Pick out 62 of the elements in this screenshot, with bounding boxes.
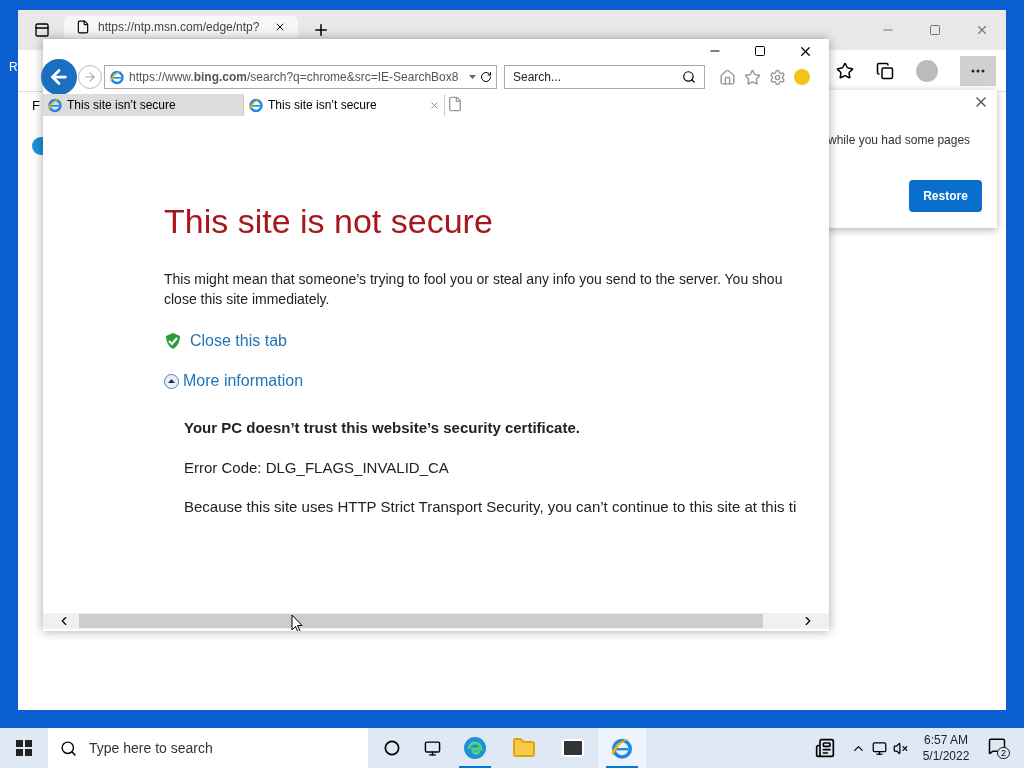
- clock[interactable]: 6:57 AM 5/1/2022: [914, 732, 978, 764]
- desktop-icon-label: R: [9, 59, 18, 76]
- ie-logo-icon: [47, 97, 63, 113]
- more-information-link[interactable]: More information: [183, 369, 304, 393]
- search-icon[interactable]: [682, 70, 696, 84]
- refresh-icon[interactable]: [480, 71, 492, 83]
- home-icon[interactable]: [719, 68, 736, 86]
- page-icon: [76, 20, 90, 34]
- clock-time: 6:57 AM: [924, 732, 968, 748]
- tab-actions-icon[interactable]: [34, 22, 50, 38]
- address-bar[interactable]: https://www.bing.com/search?q=chrome&src=IE-SearchBox8: [104, 65, 497, 89]
- dropdown-caret-icon[interactable]: [469, 75, 476, 79]
- search-input[interactable]: Search...: [513, 68, 663, 86]
- popup-message: while you had some pages: [828, 132, 971, 149]
- notification-icon: [988, 737, 1006, 755]
- notifications-button[interactable]: 2: [988, 737, 1010, 759]
- detail-text: Your PC doesn’t trust this website’s security certificate.: [184, 418, 581, 438]
- warning-text: close this site immediately.: [164, 290, 331, 309]
- scrollbar-thumb[interactable]: [79, 614, 763, 628]
- star-icon[interactable]: [744, 68, 761, 86]
- ie-logo-icon: [610, 736, 634, 760]
- search-placeholder: Type here to search: [89, 738, 213, 758]
- browser-tab[interactable]: https://ntp.msn.com/edge/ntp?: [64, 16, 298, 38]
- search-field[interactable]: Search...: [504, 65, 705, 89]
- ie-logo-icon: [248, 97, 264, 113]
- warning-text: This might mean that someone’s trying to fool you or steal any info you send to the server. You shou: [164, 270, 784, 289]
- ie-tab[interactable]: This site isn’t secure: [43, 94, 244, 116]
- tab-title: https://ntp.msn.com/edge/ntp?: [98, 19, 260, 36]
- clock-date: 5/1/2022: [922, 748, 970, 764]
- taskbar-search-field[interactable]: Type here to search: [48, 728, 368, 768]
- shield-check-icon: [164, 332, 182, 350]
- horizontal-scrollbar[interactable]: [43, 613, 829, 629]
- detail-text: Because this site uses HTTP Strict Transport Security, you can’t continue to this site at this ti: [184, 497, 797, 517]
- detail-text: Error Code: DLG_FLAGS_INVALID_CA: [184, 457, 450, 478]
- ie-logo-icon: [109, 69, 125, 85]
- news-icon[interactable]: [815, 738, 835, 758]
- new-tab-icon[interactable]: [312, 21, 330, 39]
- forward-arrow-icon: [83, 70, 97, 84]
- favorites-bar-text: F: [32, 97, 40, 115]
- edge-logo-icon: [463, 736, 487, 760]
- tab-title: This site isn’t secure: [67, 97, 176, 114]
- network-icon[interactable]: [872, 740, 887, 756]
- settings-icon[interactable]: [769, 68, 786, 86]
- notification-count: 2: [997, 747, 1010, 759]
- close-icon[interactable]: [274, 21, 286, 33]
- collections-icon[interactable]: [876, 61, 894, 80]
- windows-logo-icon: [16, 740, 32, 756]
- maximize-icon[interactable]: [754, 45, 766, 57]
- back-button[interactable]: [41, 59, 77, 95]
- more-icon: [971, 68, 985, 73]
- collapse-icon[interactable]: [164, 373, 179, 389]
- folder-icon: [512, 736, 536, 760]
- address-url: https://www.bing.com/search?q=chrome&src=IE-SearchBox8: [129, 69, 459, 86]
- tab-title: This site isn’t secure: [268, 97, 377, 114]
- cortana-icon[interactable]: [384, 740, 400, 756]
- volume-muted-icon[interactable]: [893, 740, 908, 756]
- page-heading: This site is not secure: [164, 201, 494, 242]
- more-button[interactable]: [960, 55, 996, 86]
- close-tab-link[interactable]: Close this tab: [190, 329, 287, 353]
- favorites-list-icon[interactable]: [836, 61, 854, 80]
- search-icon: [60, 739, 77, 757]
- restore-button[interactable]: Restore: [909, 180, 982, 212]
